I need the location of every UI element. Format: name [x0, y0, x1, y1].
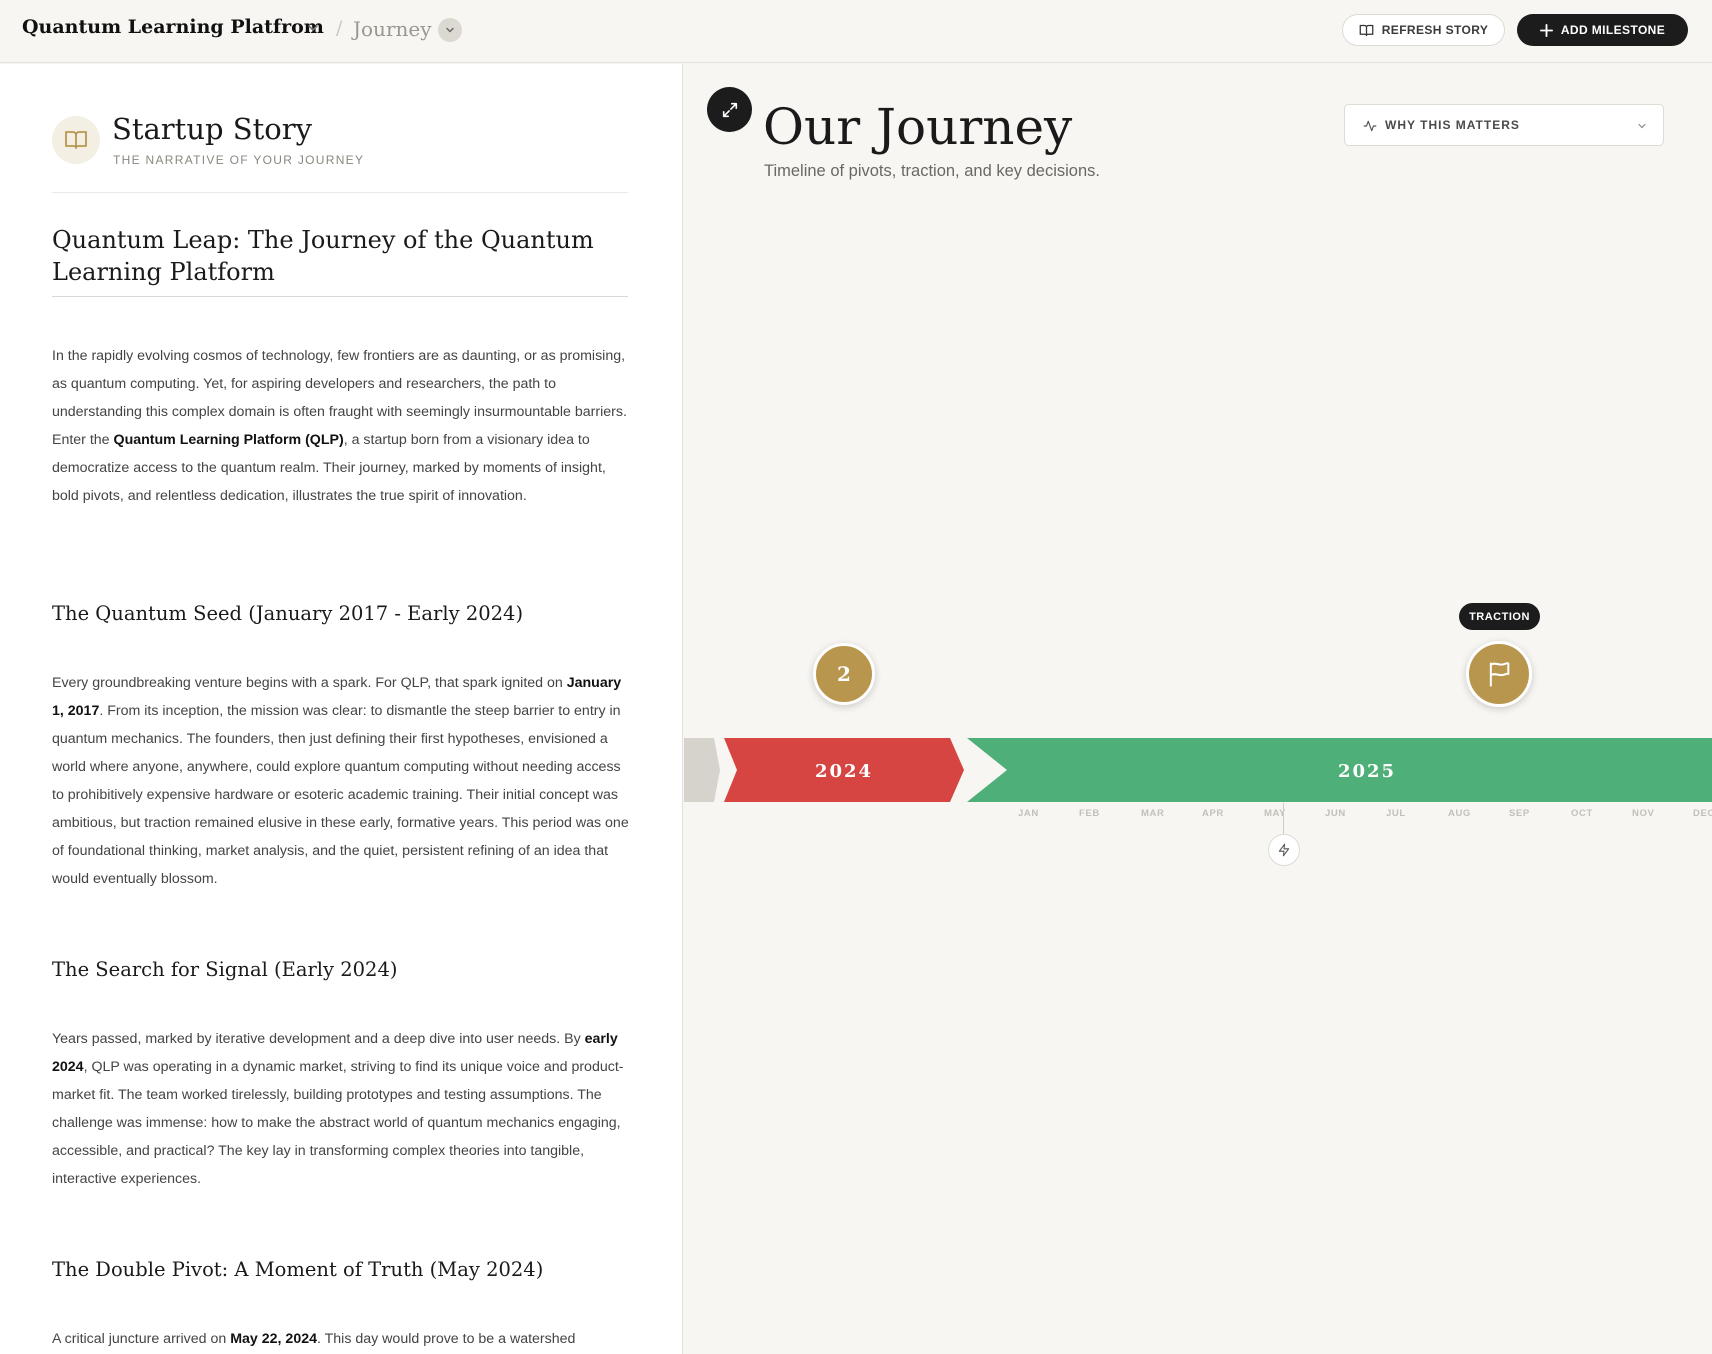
- section-paragraph: A critical juncture arrived on May 22, 2…: [52, 1331, 576, 1347]
- month-label: JUL: [1386, 808, 1406, 819]
- story-title: Startup Story: [112, 112, 313, 146]
- plus-icon: [1539, 23, 1553, 37]
- today-marker-button[interactable]: [1268, 834, 1300, 866]
- timeline-band: 2024 2025: [684, 738, 1712, 802]
- section-heading: The Search for Signal (Early 2024): [52, 958, 398, 981]
- add-milestone-button[interactable]: ADD MILESTONE: [1517, 14, 1688, 46]
- milestone-cluster[interactable]: 2: [813, 643, 875, 705]
- month-label: AUG: [1448, 808, 1471, 819]
- timeline-past-segment: [684, 738, 720, 802]
- year-label-2025: 2025: [1338, 761, 1396, 782]
- chevron-down-icon[interactable]: [305, 20, 321, 36]
- document-title: Quantum Leap: The Journey of the Quantum…: [52, 224, 628, 297]
- today-marker-line: [1283, 803, 1284, 834]
- month-label: MAR: [1141, 808, 1165, 819]
- breadcrumb-separator: /: [336, 17, 343, 39]
- refresh-story-button[interactable]: REFRESH STORY: [1342, 14, 1505, 46]
- add-milestone-label: ADD MILESTONE: [1560, 23, 1666, 37]
- book-open-icon: [1359, 24, 1374, 36]
- story-panel: Startup Story THE NARRATIVE OF YOUR JOUR…: [0, 64, 683, 1354]
- section-paragraph: Years passed, marked by iterative develo…: [52, 1031, 624, 1187]
- section-heading: The Quantum Seed (January 2017 - Early 2…: [52, 602, 524, 625]
- intro-paragraph: In the rapidly evolving cosmos of techno…: [52, 348, 627, 504]
- month-label: JAN: [1018, 808, 1039, 819]
- divider: [52, 192, 628, 193]
- expand-icon: [722, 102, 737, 117]
- breadcrumb-dropdown-button[interactable]: [438, 18, 462, 42]
- flag-icon: [1489, 662, 1510, 687]
- lightning-icon: [1278, 843, 1290, 857]
- expand-button[interactable]: [707, 87, 752, 132]
- story-icon: [52, 116, 100, 164]
- why-this-matters-label: WHY THIS MATTERS: [1385, 118, 1520, 132]
- month-label: APR: [1202, 808, 1224, 819]
- refresh-story-label: REFRESH STORY: [1381, 23, 1489, 37]
- year-label-2024: 2024: [815, 761, 873, 782]
- top-bar: Quantum Learning Platfrom / Journey REFR…: [0, 0, 1712, 63]
- activity-icon: [1363, 120, 1377, 132]
- month-label: SEP: [1509, 808, 1530, 819]
- traction-milestone[interactable]: [1466, 641, 1532, 707]
- month-label: DEC: [1693, 808, 1712, 819]
- section-paragraph: Every groundbreaking venture begins with…: [52, 675, 629, 887]
- month-label: OCT: [1571, 808, 1593, 819]
- chevron-down-icon: [1638, 123, 1646, 129]
- story-subtitle: THE NARRATIVE OF YOUR JOURNEY: [113, 153, 365, 167]
- breadcrumb-journey[interactable]: Journey: [353, 17, 432, 41]
- why-this-matters-dropdown[interactable]: WHY THIS MATTERS: [1344, 104, 1664, 146]
- journey-title: Our Journey: [763, 98, 1073, 156]
- milestone-tag: TRACTION: [1459, 603, 1540, 630]
- month-label: FEB: [1079, 808, 1100, 819]
- brand-title[interactable]: Quantum Learning Platfrom: [22, 16, 324, 38]
- month-label: JUN: [1325, 808, 1346, 819]
- section-heading: The Double Pivot: A Moment of Truth (May…: [52, 1258, 544, 1281]
- chevron-down-icon: [446, 27, 454, 33]
- journey-subtitle: Timeline of pivots, traction, and key de…: [764, 162, 1100, 180]
- book-open-icon: [65, 131, 87, 149]
- month-label: NOV: [1632, 808, 1655, 819]
